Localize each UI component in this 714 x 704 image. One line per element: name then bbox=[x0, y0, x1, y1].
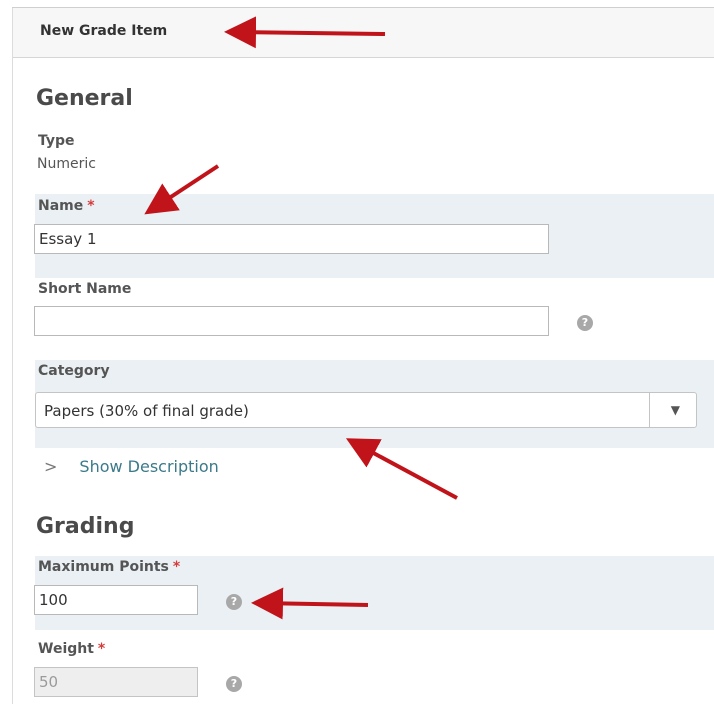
red-arrow-annotation bbox=[251, 587, 369, 620]
red-arrow-annotation bbox=[345, 438, 458, 500]
annotation-arrows bbox=[144, 16, 458, 620]
red-arrow-annotation bbox=[144, 164, 220, 215]
red-arrow-annotation bbox=[224, 16, 386, 49]
grade-item-form: New Grade Item General Type Numeric Name… bbox=[0, 0, 714, 704]
